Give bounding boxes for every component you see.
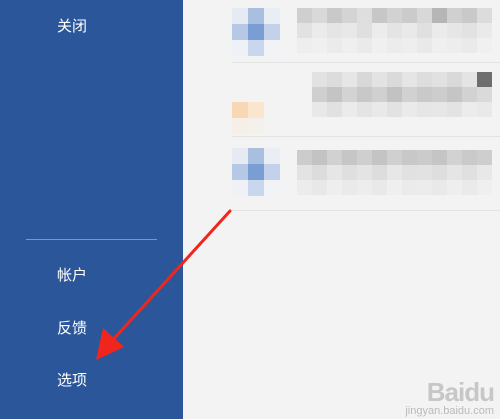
blurred-document-title (297, 8, 500, 53)
word-document-icon (232, 148, 284, 196)
baidu-url: jingyan.baidu.com (405, 405, 494, 417)
recent-document-item[interactable] (232, 146, 500, 202)
recent-documents-panel (183, 0, 500, 419)
document-icon (232, 86, 284, 134)
recent-document-item[interactable] (232, 6, 500, 56)
backstage-sidebar: 关闭 帐户 反馈 选项 (0, 0, 183, 419)
blurred-document-title (297, 150, 500, 195)
list-divider (232, 62, 500, 63)
list-divider (232, 136, 500, 137)
office-backstage: 关闭 帐户 反馈 选项 Baidu jingyan.baidu.com (0, 0, 500, 419)
sidebar-item-options[interactable]: 选项 (57, 370, 87, 390)
baidu-logo: Baidu (426, 377, 495, 407)
sidebar-item-close[interactable]: 关闭 (57, 16, 87, 36)
sidebar-divider (26, 239, 157, 240)
sidebar-item-feedback[interactable]: 反馈 (57, 318, 87, 338)
sidebar-item-account[interactable]: 帐户 (57, 265, 87, 285)
baidu-watermark: Baidu jingyan.baidu.com (405, 377, 495, 417)
word-document-icon (232, 8, 284, 56)
blurred-document-title (312, 72, 500, 117)
list-divider (232, 210, 500, 211)
recent-document-item[interactable] (232, 70, 500, 134)
